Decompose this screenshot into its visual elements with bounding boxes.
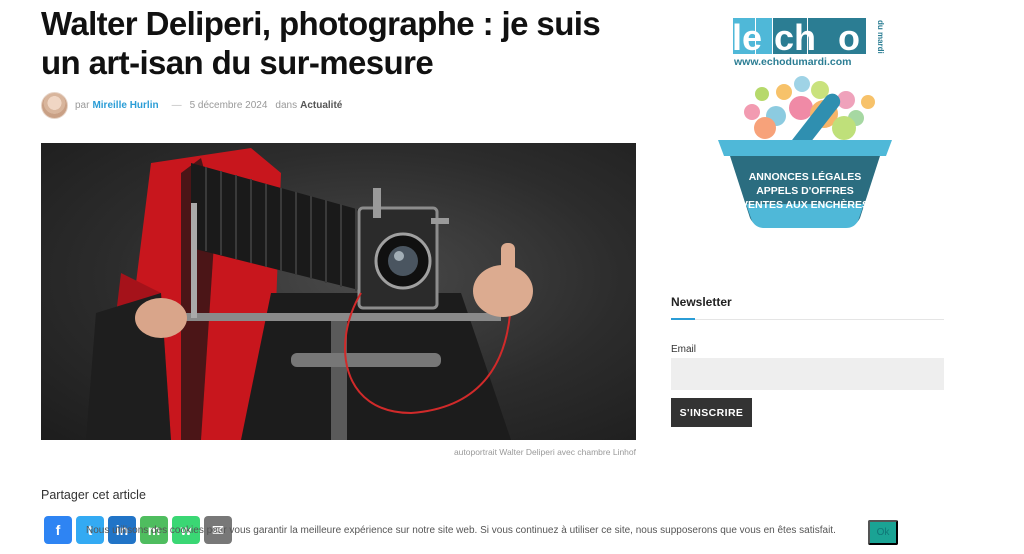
email-label: Email: [671, 344, 697, 355]
newsletter-email-input[interactable]: [671, 358, 944, 390]
newsletter-title: Newsletter: [671, 295, 732, 309]
facebook-icon: f: [55, 522, 61, 538]
newsletter-divider-accent: [671, 318, 695, 320]
article-featured-image: [41, 143, 636, 440]
newsletter-divider: [671, 319, 944, 320]
echo-du-mardi-logo[interactable]: le ch o du mardi www.echodumardi.com ANN…: [718, 16, 892, 241]
logo-url: www.echodumardi.com: [733, 56, 851, 68]
logo-line-2: APPELS D'OFFRES: [756, 185, 854, 197]
logo-line-3: VENTES AUX ENCHÈRES: [741, 198, 869, 211]
author-avatar[interactable]: [41, 91, 68, 119]
logo-brand-le: le: [732, 17, 762, 58]
article-meta: par Mireille Hurlin — 5 décembre 2024 da…: [41, 91, 342, 119]
logo-brand-o: o: [838, 17, 860, 58]
logo-brand-small: du mardi: [876, 20, 885, 54]
camera-self-portrait-photo: [86, 148, 533, 440]
meta-by: par: [75, 99, 90, 111]
logo-line-1: ANNONCES LÉGALES: [749, 170, 862, 183]
publish-date: 5 décembre 2024: [189, 99, 268, 111]
share-title: Partager cet article: [41, 488, 146, 502]
meta-separator: —: [171, 99, 182, 111]
logo-brand-ch: ch: [774, 17, 816, 58]
category-link[interactable]: Actualité: [300, 100, 342, 111]
cookie-banner-text: Nous utilisons des cookies pour vous gar…: [86, 525, 836, 536]
image-caption: autoportrait Walter Deliperi avec chambr…: [453, 447, 636, 457]
article-title: Walter Deliperi, photographe : je suis u…: [41, 5, 601, 81]
author-link[interactable]: Mireille Hurlin: [92, 100, 158, 111]
subscribe-button[interactable]: S'INSCRIRE: [671, 398, 752, 427]
facebook-share-button[interactable]: f: [44, 516, 72, 544]
meta-in: dans: [275, 99, 298, 111]
cookie-ok-button[interactable]: Ok: [868, 520, 898, 545]
